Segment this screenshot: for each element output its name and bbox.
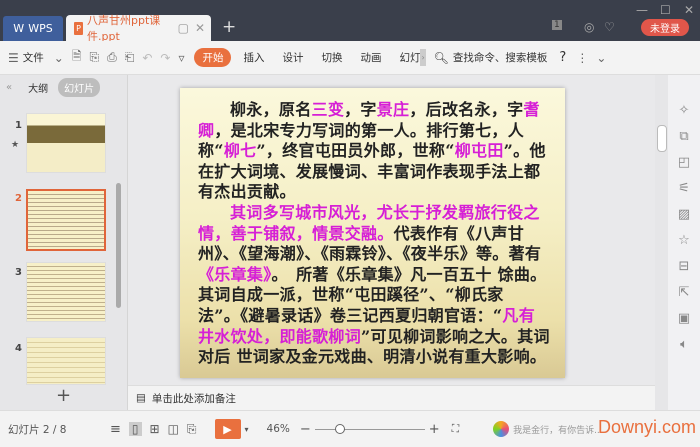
command-search[interactable]: 查找命令、搜索模板: [453, 50, 554, 65]
share-icon[interactable]: ⇱: [679, 285, 690, 300]
collapse-ribbon-icon[interactable]: ⌄: [592, 51, 610, 65]
image-icon[interactable]: ▣: [678, 311, 690, 326]
highlighted-text: 柳屯田: [454, 141, 504, 161]
highlighted-text: 三变: [311, 100, 345, 119]
tab-wps[interactable]: W WPS: [3, 16, 63, 41]
export-icon[interactable]: ⎘: [85, 50, 103, 65]
play-slideshow-button[interactable]: ▶: [214, 419, 241, 439]
notes-icon: ▤: [136, 392, 146, 404]
tab-start[interactable]: 开始: [194, 48, 232, 67]
slide-counter: 幻灯片 2 / 8: [8, 423, 67, 436]
ppt-file-icon: P: [74, 21, 83, 35]
assistant-orb-icon[interactable]: [493, 421, 510, 437]
notes-placeholder[interactable]: 单击此处添加备注: [152, 391, 236, 406]
speaker-icon[interactable]: 🔈︎: [680, 337, 688, 352]
chevron-down-icon[interactable]: ⌄: [50, 51, 68, 65]
menu-icon[interactable]: ☰: [0, 51, 23, 65]
maximize-icon[interactable]: ☐: [660, 3, 671, 17]
normal-view-icon[interactable]: ▯: [128, 422, 142, 436]
customize-icon[interactable]: ▿: [174, 51, 188, 65]
document-tab-label: 八声甘州ppt课件.ppt: [86, 14, 161, 43]
highlighted-text: 景庄: [376, 100, 410, 119]
reading-view-icon[interactable]: ◫: [168, 422, 179, 436]
slide-thumbnail-2[interactable]: [26, 189, 106, 251]
slide-thumbnail-3[interactable]: [26, 262, 106, 322]
print-preview-icon[interactable]: ⎗: [121, 50, 139, 65]
file-menu[interactable]: 文件: [23, 50, 50, 65]
animation-star-icon: ★: [11, 140, 20, 150]
zoom-slider[interactable]: [314, 423, 425, 434]
login-button[interactable]: 未登录: [641, 19, 689, 36]
slide-number: 3: [15, 267, 22, 278]
slide-thumbnail-4[interactable]: [26, 337, 106, 385]
slide-text: 柳永，原名: [230, 100, 312, 119]
collapse-panel-icon[interactable]: «: [6, 82, 12, 93]
watermark: Downyi.com: [598, 417, 697, 437]
wps-tab-label: WPS: [28, 22, 53, 35]
tab-outline[interactable]: 大纲: [28, 80, 48, 95]
undo-icon[interactable]: ↶: [138, 51, 156, 65]
tab-transition[interactable]: 切换: [309, 50, 348, 65]
status-bar: 幻灯片 2 / 8 ≡ ▯ ⊞ ◫ ⎘ ▶ ▾ 46% − + ⛶ 我是金行，有…: [0, 410, 700, 447]
zoom-level[interactable]: 46%: [267, 423, 290, 435]
title-bar: W WPS P 八声甘州ppt课件.ppt ▢ ✕ + 1 ◎ ♡ — ☐ ✕ 未登…: [0, 0, 700, 43]
slide-text: ，后改名永，字: [409, 100, 524, 119]
slide-paragraph: 其词多写城市风光，尤长于抒发羁旅行役之情，善于铺叙，情景交融。代表作有《八声甘州…: [198, 203, 551, 368]
right-sidebar: ✧ ⧉ ◰ ⚟ ▨ ☆ ⊟ ⇱ ▣ 🔈︎: [668, 75, 700, 410]
window-count-badge[interactable]: 1: [552, 20, 562, 30]
minimize-icon[interactable]: —: [636, 3, 648, 17]
slide-text: ”，终官屯田员外郎，世称“: [256, 141, 455, 161]
redo-icon[interactable]: ↷: [156, 51, 174, 65]
tab-slideshow[interactable]: 幻灯: [387, 50, 420, 65]
tab-animation[interactable]: 动画: [348, 50, 387, 65]
presenter-icon[interactable]: ⎘: [187, 422, 197, 437]
add-slide-button[interactable]: +: [0, 385, 127, 410]
slide-panel: « 大纲 幻灯片 1 ★ 2 3 4 +: [0, 75, 128, 410]
shirt-icon[interactable]: ♡: [604, 20, 615, 34]
close-window-icon[interactable]: ✕: [684, 3, 694, 17]
slides-icon[interactable]: ⧉: [679, 129, 688, 144]
more-icon[interactable]: ⋮: [572, 51, 592, 65]
zoom-out-button[interactable]: −: [300, 422, 311, 437]
slide-text: ，字: [344, 100, 377, 119]
ribbon-toolbar: ☰ 文件 ⌄ 🗎 ⎘ ⎙ ⎗ ↶ ↷ ▿ 开始 插入 设计 切换 动画 幻灯 ›…: [0, 41, 700, 75]
play-options-icon[interactable]: ▾: [245, 425, 249, 434]
archive-icon[interactable]: ⊟: [679, 259, 690, 274]
thumbnail-scrollbar[interactable]: [116, 183, 121, 308]
tab-slides[interactable]: 幻灯片: [58, 77, 101, 97]
assistant-tip[interactable]: 我是金行，有你告诉...: [513, 423, 603, 436]
tab-design[interactable]: 设计: [270, 50, 309, 65]
slide-number: 2: [15, 193, 22, 204]
highlighted-text: 《乐章集》: [198, 264, 272, 284]
properties-icon[interactable]: ⚟: [678, 181, 690, 196]
search-icon[interactable]: 🔍︎: [426, 51, 453, 65]
slide-sorter-icon[interactable]: ⊞: [150, 422, 160, 436]
skin-icon[interactable]: ◎: [584, 20, 594, 34]
magic-icon[interactable]: ✧: [679, 103, 690, 118]
highlighted-text: 柳七: [223, 141, 257, 161]
fit-window-icon[interactable]: ⛶: [452, 423, 459, 436]
wps-logo-icon: W: [13, 22, 25, 35]
save-icon[interactable]: 🗎: [68, 47, 86, 68]
new-tab-button[interactable]: +: [222, 17, 236, 37]
notes-toggle-icon[interactable]: ≡: [110, 422, 121, 437]
close-tab-icon[interactable]: ✕: [195, 21, 205, 35]
scrollbar-thumb[interactable]: [657, 125, 667, 152]
slide-number: 4: [15, 343, 22, 354]
pin-window-icon[interactable]: ▢: [178, 21, 189, 35]
print-icon[interactable]: ⎙: [103, 50, 121, 65]
picture-gallery-icon[interactable]: ▨: [678, 207, 690, 222]
tab-document[interactable]: P 八声甘州ppt课件.ppt ▢ ✕: [66, 14, 211, 43]
slide-paragraph: 柳永，原名三变，字景庄，后改名永，字耆卿，是北宋专力写词的第一人。排行第七，人称…: [198, 100, 551, 203]
help-button[interactable]: ?: [553, 50, 572, 65]
slide-thumbnail-1[interactable]: [26, 113, 106, 173]
favorites-icon[interactable]: ☆: [678, 233, 690, 248]
notes-bar[interactable]: ▤ 单击此处添加备注: [128, 385, 655, 410]
slide-number: 1: [15, 120, 22, 131]
slide[interactable]: 柳永，原名三变，字景庄，后改名永，字耆卿，是北宋专力写词的第一人。排行第七，人称…: [180, 88, 565, 378]
zoom-slider-knob[interactable]: [334, 423, 345, 434]
tab-insert[interactable]: 插入: [237, 50, 270, 65]
shapes-icon[interactable]: ◰: [678, 155, 690, 170]
zoom-in-button[interactable]: +: [429, 422, 440, 437]
